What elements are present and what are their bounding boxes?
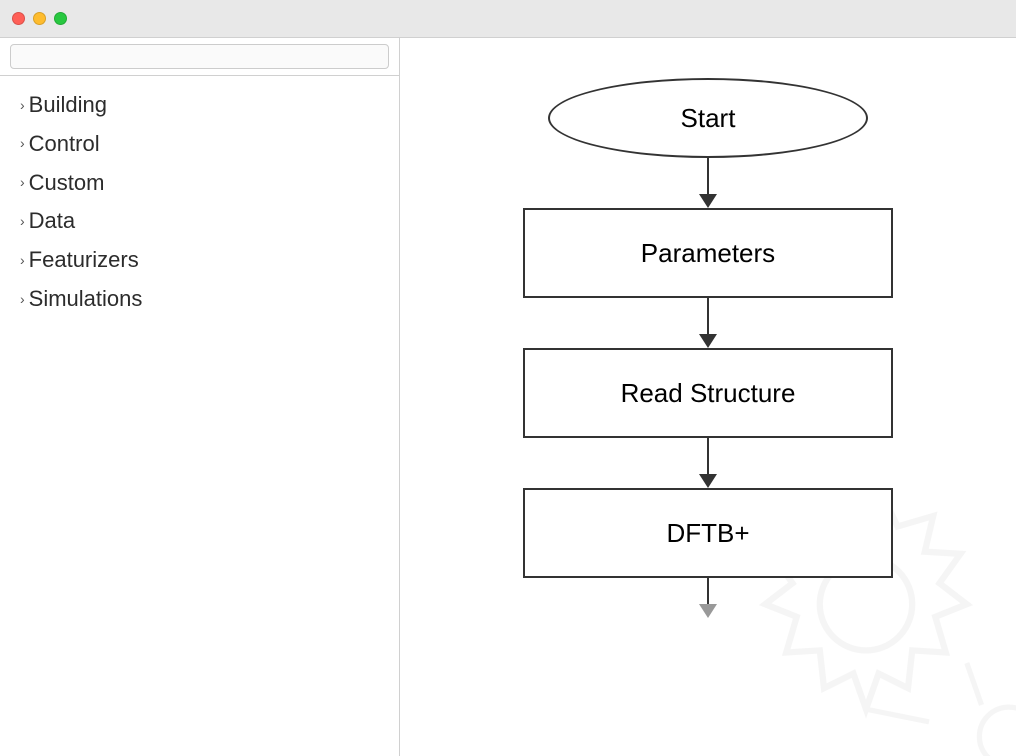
- chevron-icon: ›: [20, 290, 25, 310]
- arrow-line-partial: [707, 578, 709, 604]
- arrow-line: [707, 438, 709, 474]
- title-bar: [0, 0, 1016, 38]
- maximize-button[interactable]: [54, 12, 67, 25]
- flowchart-node-start: Start: [548, 78, 868, 158]
- main-content: Start Parameters Read Structure: [400, 38, 1016, 756]
- arrow-line: [707, 298, 709, 334]
- sidebar-item-label: Control: [29, 129, 100, 160]
- sidebar-item-control[interactable]: › Control: [0, 125, 399, 164]
- arrow-line: [707, 158, 709, 194]
- flow-arrow-3: [699, 438, 717, 488]
- search-bar: [0, 38, 399, 76]
- flowchart-node-parameters: Parameters: [523, 208, 893, 298]
- sidebar-item-data[interactable]: › Data: [0, 202, 399, 241]
- chevron-icon: ›: [20, 96, 25, 116]
- flowchart-node-read-structure: Read Structure: [523, 348, 893, 438]
- tree-nav: › Building › Control › Custom › Data › F…: [0, 76, 399, 756]
- sidebar-item-simulations[interactable]: › Simulations: [0, 280, 399, 319]
- sidebar-item-custom[interactable]: › Custom: [0, 164, 399, 203]
- sidebar-item-label: Featurizers: [29, 245, 139, 276]
- sidebar-item-label: Simulations: [29, 284, 143, 315]
- chevron-icon: ›: [20, 251, 25, 271]
- sidebar-item-label: Custom: [29, 168, 105, 199]
- arrow-head: [699, 334, 717, 348]
- sidebar: › Building › Control › Custom › Data › F…: [0, 38, 400, 756]
- search-input[interactable]: [10, 44, 389, 69]
- sidebar-item-label: Building: [29, 90, 107, 121]
- arrow-head-partial: [699, 604, 717, 618]
- flowchart-node-dftb: DFTB+: [523, 488, 893, 578]
- chevron-icon: ›: [20, 134, 25, 154]
- flow-arrow-2: [699, 298, 717, 348]
- sidebar-item-building[interactable]: › Building: [0, 86, 399, 125]
- sidebar-item-label: Data: [29, 206, 75, 237]
- arrow-head: [699, 194, 717, 208]
- chevron-icon: ›: [20, 173, 25, 193]
- flow-arrow-4: [699, 578, 717, 618]
- sidebar-item-featurizers[interactable]: › Featurizers: [0, 241, 399, 280]
- close-button[interactable]: [12, 12, 25, 25]
- flow-arrow-1: [699, 158, 717, 208]
- flowchart: Start Parameters Read Structure: [523, 78, 893, 618]
- chevron-icon: ›: [20, 212, 25, 232]
- app-container: › Building › Control › Custom › Data › F…: [0, 38, 1016, 756]
- arrow-head: [699, 474, 717, 488]
- minimize-button[interactable]: [33, 12, 46, 25]
